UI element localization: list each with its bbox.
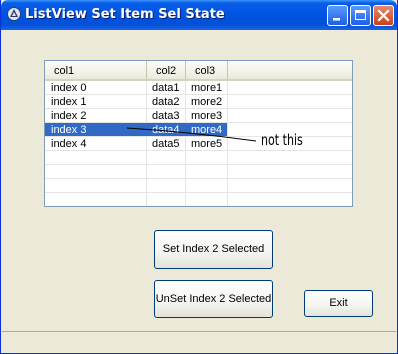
exit-button[interactable]: Exit <box>304 290 373 317</box>
status-bar <box>2 331 396 352</box>
exit-label: Exit <box>329 297 348 309</box>
set-index-2-selected-button[interactable]: Set Index 2 Selected <box>154 230 273 269</box>
annotation-text: not this <box>261 131 303 149</box>
app-window: ListView Set Item Sel State col1 col2 co… <box>0 0 398 354</box>
unset-index-2-selected-button[interactable]: UnSet Index 2 Selected <box>154 280 273 318</box>
unset-index-2-selected-label: UnSet Index 2 Selected <box>155 293 272 305</box>
set-index-2-selected-label: Set Index 2 Selected <box>162 243 265 255</box>
